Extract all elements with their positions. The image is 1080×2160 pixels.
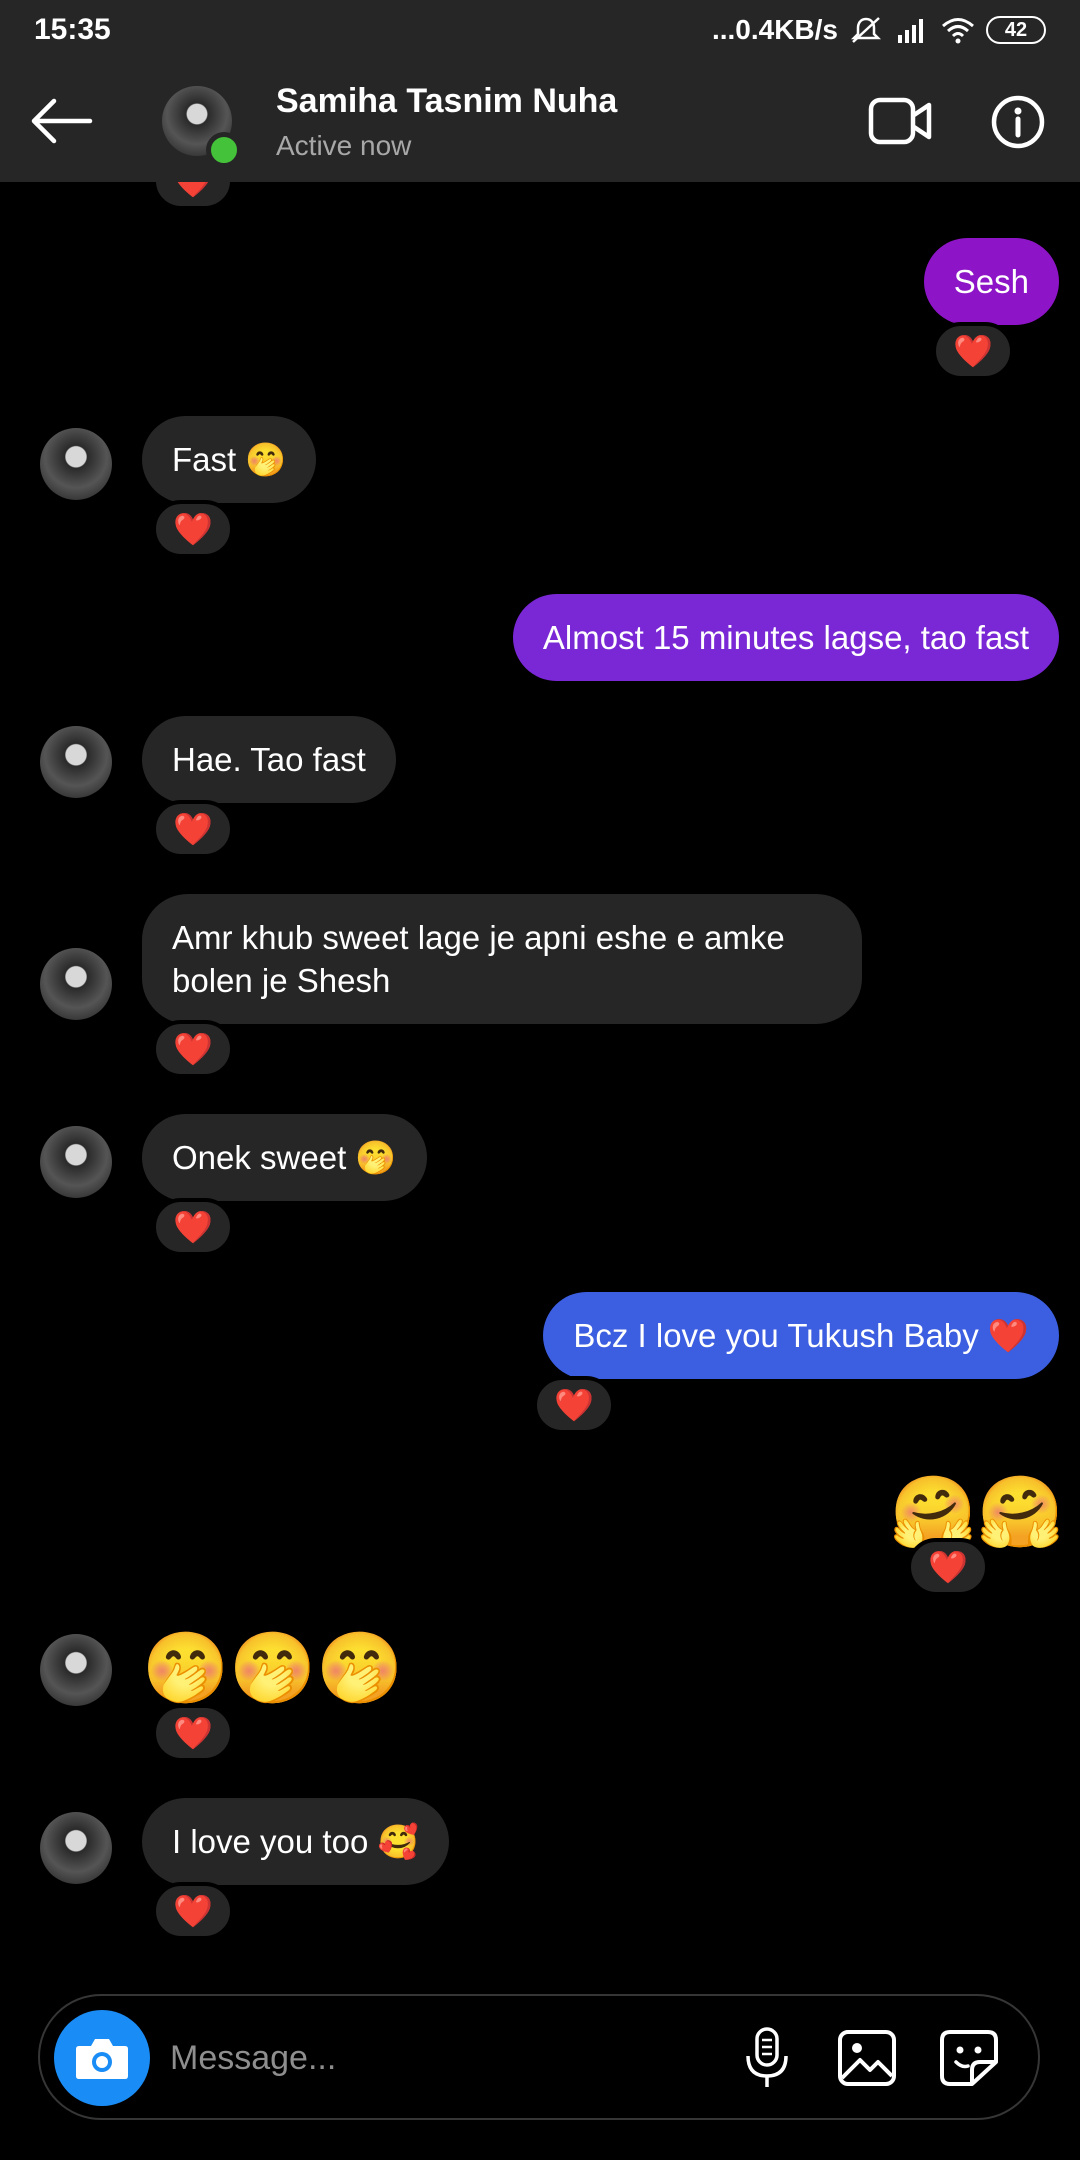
reaction-heart[interactable]: ❤️ <box>152 182 234 210</box>
sender-avatar[interactable] <box>40 948 112 1020</box>
status-bar: 15:35 ...0.4KB/s 42 <box>0 0 1080 60</box>
message-bubble-incoming[interactable]: Onek sweet 🤭 <box>142 1114 427 1201</box>
reaction-heart[interactable]: ❤️ <box>932 322 1014 380</box>
sender-avatar[interactable] <box>40 1812 112 1884</box>
network-speed: ...0.4KB/s <box>711 14 838 45</box>
contact-status: Active now <box>276 130 412 161</box>
camera-icon <box>76 2039 128 2079</box>
battery-indicator: 42 <box>986 16 1046 44</box>
status-time: 15:35 <box>34 13 111 46</box>
signal-icon <box>898 19 923 43</box>
contact-name[interactable]: Samiha Tasnim Nuha <box>276 82 617 121</box>
emoji-message-incoming[interactable]: 🤭🤭🤭 <box>142 1628 403 1708</box>
message-bubble-incoming[interactable]: I love you too 🥰 <box>142 1798 449 1885</box>
reaction-heart[interactable]: ❤️ <box>152 800 234 858</box>
message-bubble-outgoing[interactable]: Almost 15 minutes lagse, tao fast <box>512 594 1059 681</box>
reaction-heart[interactable]: ❤️ <box>152 1704 234 1762</box>
message-input[interactable] <box>170 2026 730 2090</box>
microphone-icon[interactable] <box>742 2026 792 2090</box>
gallery-icon[interactable] <box>836 2028 898 2088</box>
emoji-message-outgoing[interactable]: 🤗🤗 <box>890 1472 1064 1552</box>
video-call-icon[interactable] <box>868 96 932 146</box>
message-bubble-incoming[interactable]: Amr khub sweet lage je apni eshe e amke … <box>142 894 862 1024</box>
message-bubble-incoming[interactable]: Fast 🤭 <box>142 416 317 503</box>
wifi-icon <box>942 18 974 44</box>
message-bubble-outgoing[interactable]: Bcz I love you Tukush Baby ❤️ <box>543 1292 1059 1379</box>
sender-avatar[interactable] <box>40 1634 112 1706</box>
online-status-dot <box>206 132 242 168</box>
arrow-left-icon[interactable] <box>28 96 94 146</box>
message-bubble-incoming[interactable]: Hae. Tao fast <box>142 716 396 803</box>
reaction-heart[interactable]: ❤️ <box>152 1198 234 1256</box>
message-thread[interactable]: ❤️ Sesh ❤️ Fast 🤭 ❤️ Almost 15 minutes l… <box>0 182 1080 1982</box>
reaction-heart[interactable]: ❤️ <box>533 1376 615 1434</box>
camera-button[interactable] <box>54 2010 150 2106</box>
info-icon[interactable] <box>990 94 1046 150</box>
reaction-heart[interactable]: ❤️ <box>152 1020 234 1078</box>
sender-avatar[interactable] <box>40 1126 112 1198</box>
reaction-heart[interactable]: ❤️ <box>152 1882 234 1940</box>
mute-icon <box>850 17 882 43</box>
reaction-heart[interactable]: ❤️ <box>152 500 234 558</box>
sender-avatar[interactable] <box>40 428 112 500</box>
reaction-heart[interactable]: ❤️ <box>907 1538 989 1596</box>
sticker-icon[interactable] <box>938 2028 1000 2088</box>
message-bubble-outgoing[interactable]: Sesh <box>923 238 1059 325</box>
status-icons: ...0.4KB/s 42 <box>712 14 1046 46</box>
message-composer <box>38 1994 1040 2120</box>
sender-avatar[interactable] <box>40 726 112 798</box>
heart-icon: ❤️ <box>173 182 213 200</box>
chat-header: Samiha Tasnim Nuha Active now <box>0 60 1080 182</box>
